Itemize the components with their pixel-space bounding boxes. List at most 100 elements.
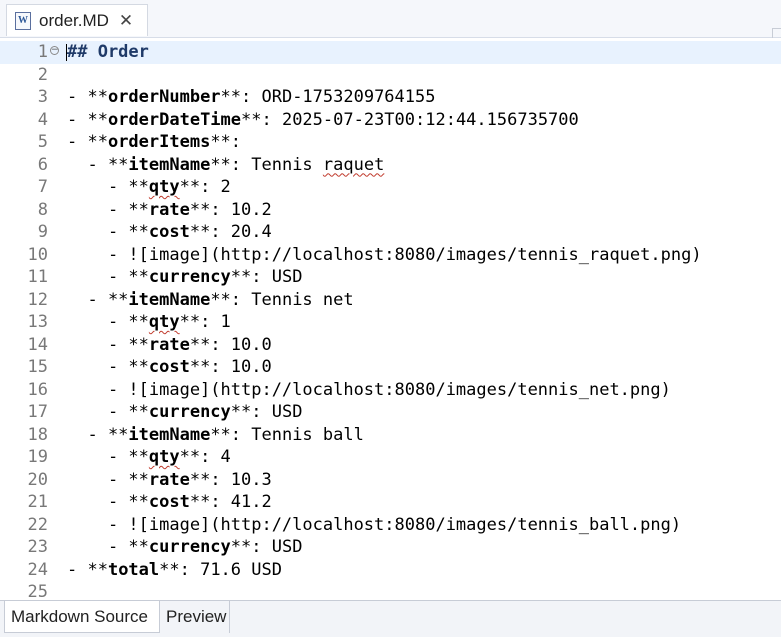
code-line[interactable]: 4 - **orderDateTime**: 2025-07-23T00:12:4… [0,109,781,132]
text-segment: - ** [67,559,108,580]
code-line[interactable]: 24 - **total**: 71.6 USD [0,559,781,582]
line-number: 24 [27,559,48,580]
text-segment: - ** [67,222,149,242]
text-segment: **: Tennis [210,154,323,175]
editor-mode-tabs: Markdown Source Preview [0,600,781,637]
text-segment: - ** [67,424,129,445]
text-segment: - ** [67,537,149,557]
text-segment: - ** [67,199,149,220]
code-line[interactable]: 13 - **qty**: 1 [0,311,781,334]
text-segment: currency [148,267,231,287]
line-number: 18 [27,424,48,445]
line-number: 19 [27,447,48,467]
line-number: 7 [37,177,48,197]
line-number: 4 [37,109,48,130]
text-segment: - ** [67,177,149,197]
text-segment: rate [148,334,190,355]
line-text: - **rate**: 10.0 [67,334,272,357]
text-segment: cost [148,357,190,377]
text-segment: rate [148,199,190,220]
text-segment: - ![image](http://localhost:8080/images/… [67,379,671,400]
code-line[interactable]: 7 - **qty**: 2 [0,176,781,199]
markdown-file-icon: W [15,11,31,30]
text-segment: **: 10.0 [189,357,272,377]
line-text: - **itemName**: Tennis ball [67,424,364,447]
text-segment: - ** [67,492,149,512]
code-line[interactable]: 9 - **cost**: 20.4 [0,221,781,244]
line-number: 16 [27,379,48,400]
text-segment: itemName [128,154,211,175]
code-line[interactable]: 8 - **rate**: 10.2 [0,199,781,222]
tab-markdown-source-label: Markdown Source [11,606,149,626]
line-text: - **itemName**: Tennis net [67,289,354,312]
line-text: - **orderDateTime**: 2025-07-23T00:12:44… [67,109,579,132]
text-segment: **: 20.4 [189,222,272,242]
line-number: 17 [27,402,48,422]
code-line[interactable]: 21 - **cost**: 41.2 [0,491,781,514]
line-number: 25 [27,582,48,600]
line-text: - **qty**: 2 [67,176,231,199]
code-line[interactable]: 16 - ![image](http://localhost:8080/imag… [0,379,781,402]
text-segment: - ![image](http://localhost:8080/images/… [67,244,702,265]
text-segment: **: 2 [179,177,231,197]
fold-toggle-icon[interactable]: − [50,46,59,55]
text-segment: qty [148,312,180,332]
line-number: 8 [37,199,48,220]
text-segment: - ** [67,289,129,310]
text-segment: - ** [67,132,108,152]
code-line[interactable]: 14 - **rate**: 10.0 [0,334,781,357]
text-segment: **: 2025-07-23T00:12:44.156735700 [241,109,579,130]
line-number: 14 [27,334,48,355]
code-line[interactable]: 3 - **orderNumber**: ORD-1753209764155 [0,86,781,109]
code-line[interactable]: 23 - **currency**: USD [0,536,781,559]
line-text: - **itemName**: Tennis raquet [67,154,384,177]
line-number: 11 [27,267,48,287]
editor-corner-mark [772,28,781,38]
text-segment: raquet [322,154,385,175]
code-line[interactable]: 18 - **itemName**: Tennis ball [0,424,781,447]
line-text: - ![image](http://localhost:8080/images/… [67,379,671,402]
text-segment: - ** [67,402,149,422]
markdown-source-editor[interactable]: 1− ## Order 2 3- **orderNumber**: ORD-17532… [0,38,781,600]
text-segment: orderDateTime [107,109,242,130]
text-segment: **: 4 [179,447,231,467]
line-number: 21 [27,492,48,512]
code-line[interactable]: 15 - **cost**: 10.0 [0,356,781,379]
code-line[interactable]: 1− ## Order [0,41,781,64]
line-number: 23 [27,537,48,557]
text-segment: - ** [67,154,129,175]
code-line[interactable]: 17 - **currency**: USD [0,401,781,424]
text-segment: - ** [67,469,149,490]
text-segment: total [107,559,160,580]
line-number: 20 [27,469,48,490]
text-segment: **: 41.2 [189,492,272,512]
tab-markdown-source[interactable]: Markdown Source [4,601,160,633]
text-segment: currency [148,402,231,422]
text-segment: **: Tennis net [210,289,354,310]
line-number: 10 [27,244,48,265]
line-number: 13 [27,312,48,332]
code-line[interactable]: 5 - **orderItems**: [0,131,781,154]
code-line[interactable]: 25 [0,581,781,600]
text-segment: itemName [128,424,211,445]
text-segment: orderNumber [107,87,221,107]
close-icon[interactable]: ✕ [119,11,133,31]
code-line[interactable]: 20 - **rate**: 10.3 [0,469,781,492]
line-number: 15 [27,357,48,377]
text-segment: **: Tennis ball [210,424,364,445]
code-line[interactable]: 22 - ![image](http://localhost:8080/imag… [0,514,781,537]
code-line[interactable]: 10 - ![image](http://localhost:8080/imag… [0,244,781,267]
code-line[interactable]: 2 [0,64,781,87]
text-segment: **: USD [230,537,303,557]
code-line[interactable]: 6 - **itemName**: Tennis raquet [0,154,781,177]
line-text: - **rate**: 10.3 [67,469,272,492]
code-line[interactable]: 12 - **itemName**: Tennis net [0,289,781,312]
line-number: 5 [37,132,48,152]
text-segment: **: ORD-1753209764155 [220,87,436,107]
tab-order-md[interactable]: W order.MD ✕ [6,4,148,36]
tab-preview[interactable]: Preview [160,601,230,633]
code-line[interactable]: 11 - **currency**: USD [0,266,781,289]
code-line[interactable]: 19 - **qty**: 4 [0,446,781,469]
line-text: - **total**: 71.6 USD [67,559,282,582]
line-text: - ![image](http://localhost:8080/images/… [67,514,681,537]
